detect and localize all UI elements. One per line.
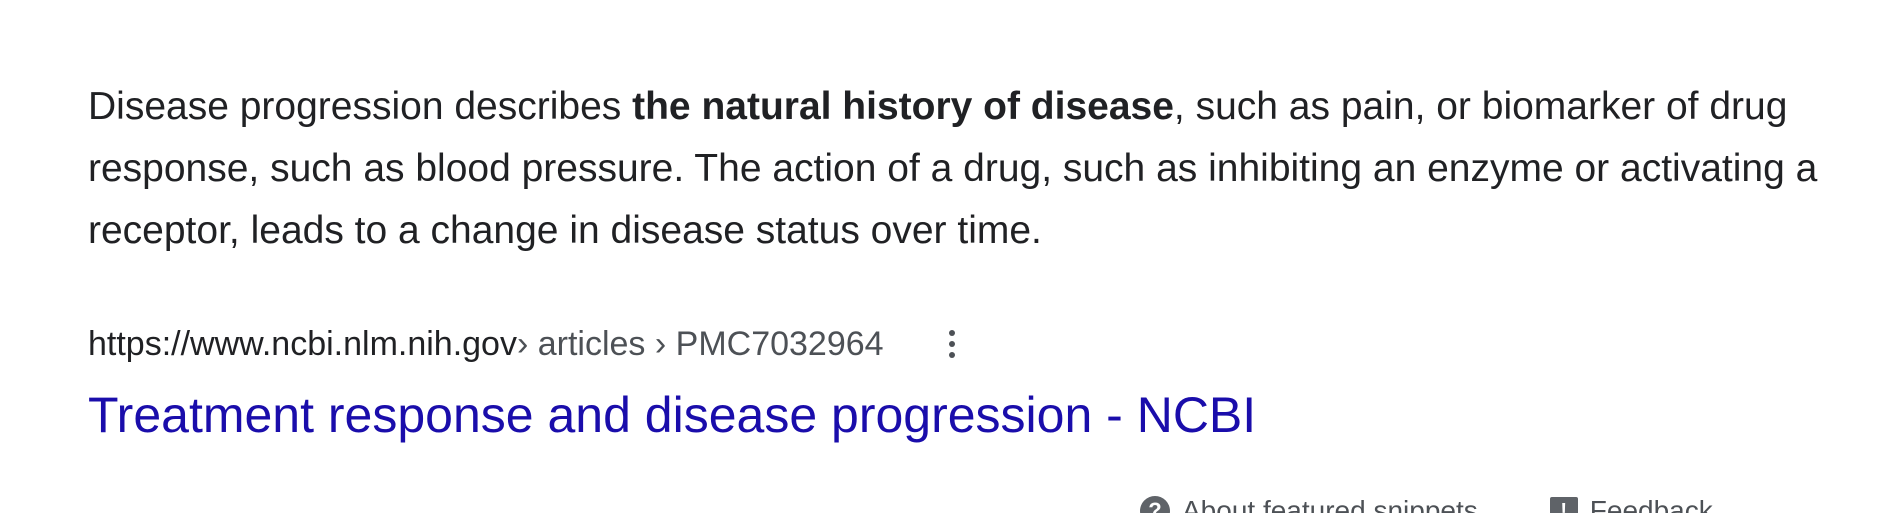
citation-path: › articles › PMC7032964 <box>516 324 884 363</box>
about-featured-snippets-link[interactable]: ? About featured snippets <box>1140 495 1478 513</box>
about-featured-snippets-label: About featured snippets <box>1182 495 1478 513</box>
citation-domain[interactable]: https://www.ncbi.nlm.nih.gov <box>88 325 517 364</box>
result-title-link[interactable]: Treatment response and disease progressi… <box>88 385 1256 445</box>
featured-snippet: Disease progression describes the natura… <box>0 0 1903 513</box>
result-citation: https://www.ncbi.nlm.nih.gov › articles … <box>88 320 964 368</box>
snippet-text-before: Disease progression describes <box>88 85 633 128</box>
feedback-link[interactable]: ! Feedback <box>1549 495 1713 513</box>
snippet-footer: ? About featured snippets ! Feedback <box>1140 495 1713 513</box>
feedback-icon: ! <box>1549 497 1578 513</box>
snippet-text: Disease progression describes the natura… <box>88 76 1848 262</box>
help-icon: ? <box>1140 496 1170 513</box>
feedback-label: Feedback <box>1589 495 1713 513</box>
snippet-bold-text: the natural history of disease <box>632 85 1174 128</box>
more-vert-icon[interactable] <box>940 322 964 366</box>
